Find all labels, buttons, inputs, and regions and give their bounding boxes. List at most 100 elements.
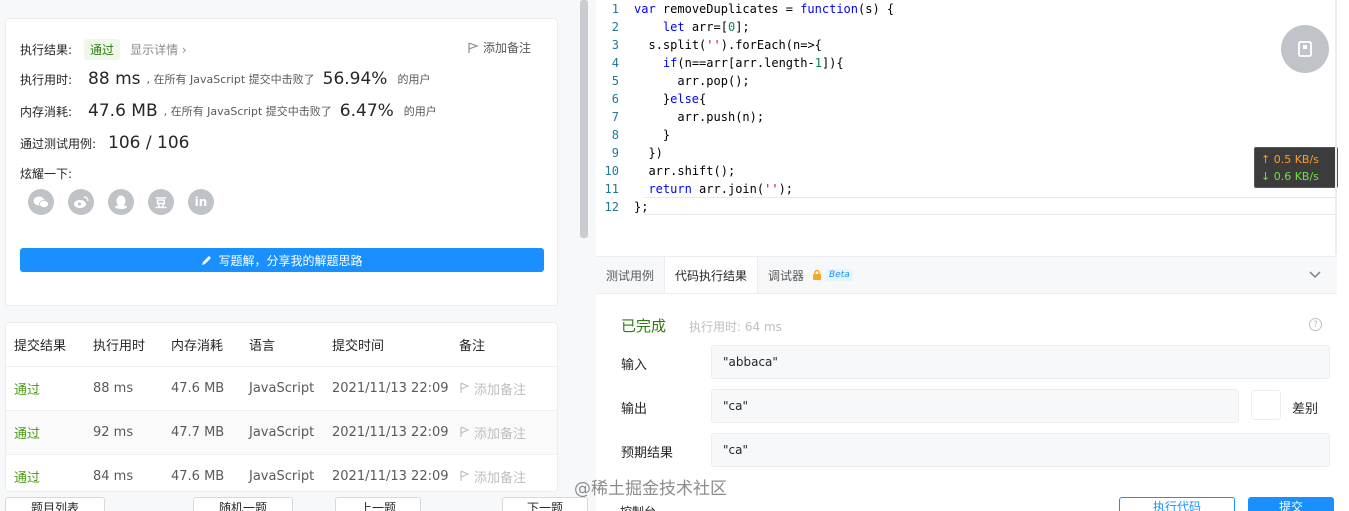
help-icon[interactable]: ? bbox=[1309, 318, 1322, 331]
wechat-icon[interactable] bbox=[28, 189, 54, 215]
code-line[interactable]: 8 } bbox=[596, 126, 670, 144]
code-line[interactable]: 4 if(n==arr[arr.length-1]){ bbox=[596, 54, 844, 72]
table-header-row: 提交结果 执行用时 内存消耗 语言 提交时间 备注 bbox=[6, 323, 557, 366]
add-note-button[interactable]: 添加备注 bbox=[467, 39, 531, 56]
code-line[interactable]: 7 arr.push(n); bbox=[596, 108, 764, 126]
runtime-beat-suffix: 的用户 bbox=[397, 73, 431, 86]
status-row: 执行结果: 通过 显示详情 › bbox=[20, 39, 187, 60]
flag-icon bbox=[460, 470, 470, 481]
memory-value: 47.6 MB bbox=[88, 101, 158, 121]
tab-run-result[interactable]: 代码执行结果 bbox=[664, 257, 759, 293]
table-row[interactable]: 通过 88 ms 47.6 MB JavaScript 2021/11/13 2… bbox=[6, 365, 557, 410]
row-status[interactable]: 通过 bbox=[6, 409, 85, 454]
left-scrollbar[interactable] bbox=[580, 0, 588, 238]
code-line[interactable]: 9 }) bbox=[596, 144, 663, 162]
header-status: 提交结果 bbox=[14, 338, 67, 354]
memory-beat-suffix: 的用户 bbox=[403, 105, 437, 118]
random-problem-label: 随机一题 bbox=[218, 500, 267, 511]
code-text: }else{ bbox=[634, 92, 707, 106]
code-editor[interactable]: 1 var removeDuplicates = function(s) { 2 l… bbox=[596, 0, 1338, 255]
random-problem-button[interactable]: 随机一题 bbox=[193, 497, 293, 511]
line-number: 6 bbox=[611, 92, 619, 106]
code-line[interactable]: 12}; bbox=[596, 198, 649, 216]
code-line[interactable]: 2 let arr=[0]; bbox=[596, 18, 750, 36]
console-tabs: 测试用例 代码执行结果 调试器 Beta bbox=[596, 256, 1337, 294]
row-status[interactable]: 通过 bbox=[6, 365, 85, 410]
line-number: 3 bbox=[611, 38, 619, 52]
linkedin-icon[interactable]: in bbox=[188, 189, 214, 215]
share-row: 炫耀一下: bbox=[20, 165, 72, 182]
input-label: 输入 bbox=[621, 358, 648, 373]
submit-label: 提交 bbox=[1278, 499, 1303, 511]
memory-label: 内存消耗: bbox=[20, 104, 73, 119]
write-solution-label: 写题解，分享我的解题思路 bbox=[218, 253, 363, 268]
code-text: }) bbox=[634, 146, 663, 160]
row-runtime: 84 ms bbox=[85, 453, 163, 491]
code-line[interactable]: 10 arr.shift(); bbox=[596, 162, 736, 180]
tab-debugger[interactable]: 调试器 Beta bbox=[758, 257, 863, 293]
download-speed: ↓ 0.6 KB/s bbox=[1261, 170, 1319, 183]
code-text: arr.push(n); bbox=[677, 110, 765, 124]
memory-percent: 6.47% bbox=[339, 101, 394, 121]
app-root: 执行结果: 通过 显示详情 › 添加备注 执行用时: 88 ms , 在所有 J… bbox=[0, 0, 1349, 511]
line-number: 12 bbox=[604, 200, 619, 214]
line-number: 11 bbox=[604, 182, 619, 196]
diff-checkbox[interactable] bbox=[1251, 390, 1281, 420]
tests-row: 通过测试用例: 106 / 106 bbox=[20, 133, 189, 153]
code-line[interactable]: 1 var removeDuplicates = function(s) { bbox=[596, 0, 894, 18]
row-note-label: 添加备注 bbox=[474, 470, 527, 486]
editor-scrollbar[interactable] bbox=[1335, 0, 1337, 255]
problem-list-label: 题目列表 bbox=[30, 500, 79, 511]
submit-button[interactable]: 提交 bbox=[1248, 497, 1334, 511]
runtime-beat-text: , 在所有 JavaScript 提交中击败了 bbox=[146, 73, 315, 86]
notes-fab[interactable] bbox=[1281, 25, 1329, 73]
console-toggle[interactable]: 控制台 bbox=[620, 503, 656, 511]
row-submit-time: 2021/11/13 22:09 bbox=[324, 453, 451, 491]
line-number: 8 bbox=[611, 128, 619, 142]
row-status[interactable]: 通过 bbox=[6, 453, 85, 491]
code-text: if(n==arr[arr.length-1]){ bbox=[662, 56, 844, 70]
write-solution-button[interactable]: 写题解，分享我的解题思路 bbox=[20, 248, 544, 272]
output-value: "ca" bbox=[711, 389, 1239, 423]
show-details-link[interactable]: 显示详情 › bbox=[130, 41, 187, 58]
linkedin-glyph: in bbox=[194, 195, 208, 209]
row-runtime: 88 ms bbox=[85, 365, 163, 410]
line-number: 7 bbox=[611, 110, 619, 124]
code-line[interactable]: 3 s.split('').forEach(n=>{ bbox=[596, 36, 822, 54]
code-text: var removeDuplicates = function(s) { bbox=[634, 2, 895, 16]
left-pane: 执行结果: 通过 显示详情 › 添加备注 执行用时: 88 ms , 在所有 J… bbox=[0, 0, 592, 511]
line-number: 4 bbox=[611, 56, 619, 70]
help-glyph: ? bbox=[1313, 319, 1318, 330]
weibo-icon[interactable] bbox=[68, 189, 94, 215]
status-badge: 通过 bbox=[84, 39, 121, 60]
row-runtime: 92 ms bbox=[85, 409, 163, 454]
row-memory: 47.6 MB bbox=[163, 453, 241, 491]
douban-glyph: 豆 bbox=[154, 195, 167, 210]
upload-speed: ↑ 0.5 KB/s bbox=[1261, 153, 1319, 166]
row-memory: 47.7 MB bbox=[163, 409, 241, 454]
submissions-table: 提交结果 执行用时 内存消耗 语言 提交时间 备注 通过 88 ms 47.6 … bbox=[6, 323, 557, 491]
qq-icon[interactable] bbox=[108, 189, 134, 215]
submission-result-card: 执行结果: 通过 显示详情 › 添加备注 执行用时: 88 ms , 在所有 J… bbox=[5, 18, 558, 306]
row-add-note[interactable]: 添加备注 bbox=[451, 453, 557, 491]
next-problem-button[interactable]: 下一题 bbox=[502, 497, 588, 511]
line-number: 1 bbox=[611, 2, 619, 16]
table-row[interactable]: 通过 92 ms 47.7 MB JavaScript 2021/11/13 2… bbox=[6, 409, 557, 454]
prev-problem-button[interactable]: 上一题 bbox=[335, 497, 421, 511]
tab-test-cases[interactable]: 测试用例 bbox=[596, 257, 664, 293]
problem-list-button[interactable]: 题目列表 bbox=[5, 497, 105, 511]
code-line[interactable]: 6 }else{ bbox=[596, 90, 707, 108]
row-add-note[interactable]: 添加备注 bbox=[451, 365, 557, 410]
table-row[interactable]: 通过 84 ms 47.6 MB JavaScript 2021/11/13 2… bbox=[6, 453, 557, 491]
header-submit-time: 提交时间 bbox=[332, 338, 385, 354]
chevron-down-icon[interactable] bbox=[1309, 257, 1321, 293]
code-line[interactable]: 11 return arr.join(''); bbox=[596, 180, 793, 198]
tab-test-cases-label: 测试用例 bbox=[606, 268, 655, 283]
row-add-note[interactable]: 添加备注 bbox=[451, 409, 557, 454]
code-line[interactable]: 5 arr.pop(); bbox=[596, 72, 750, 90]
submissions-table-card: 提交结果 执行用时 内存消耗 语言 提交时间 备注 通过 88 ms 47.6 … bbox=[5, 322, 558, 492]
runtime-label: 执行用时: bbox=[20, 72, 73, 87]
run-code-button[interactable]: 执行代码 bbox=[1119, 497, 1235, 511]
douban-icon[interactable]: 豆 bbox=[148, 189, 174, 215]
code-text: s.split('').forEach(n=>{ bbox=[648, 38, 822, 52]
